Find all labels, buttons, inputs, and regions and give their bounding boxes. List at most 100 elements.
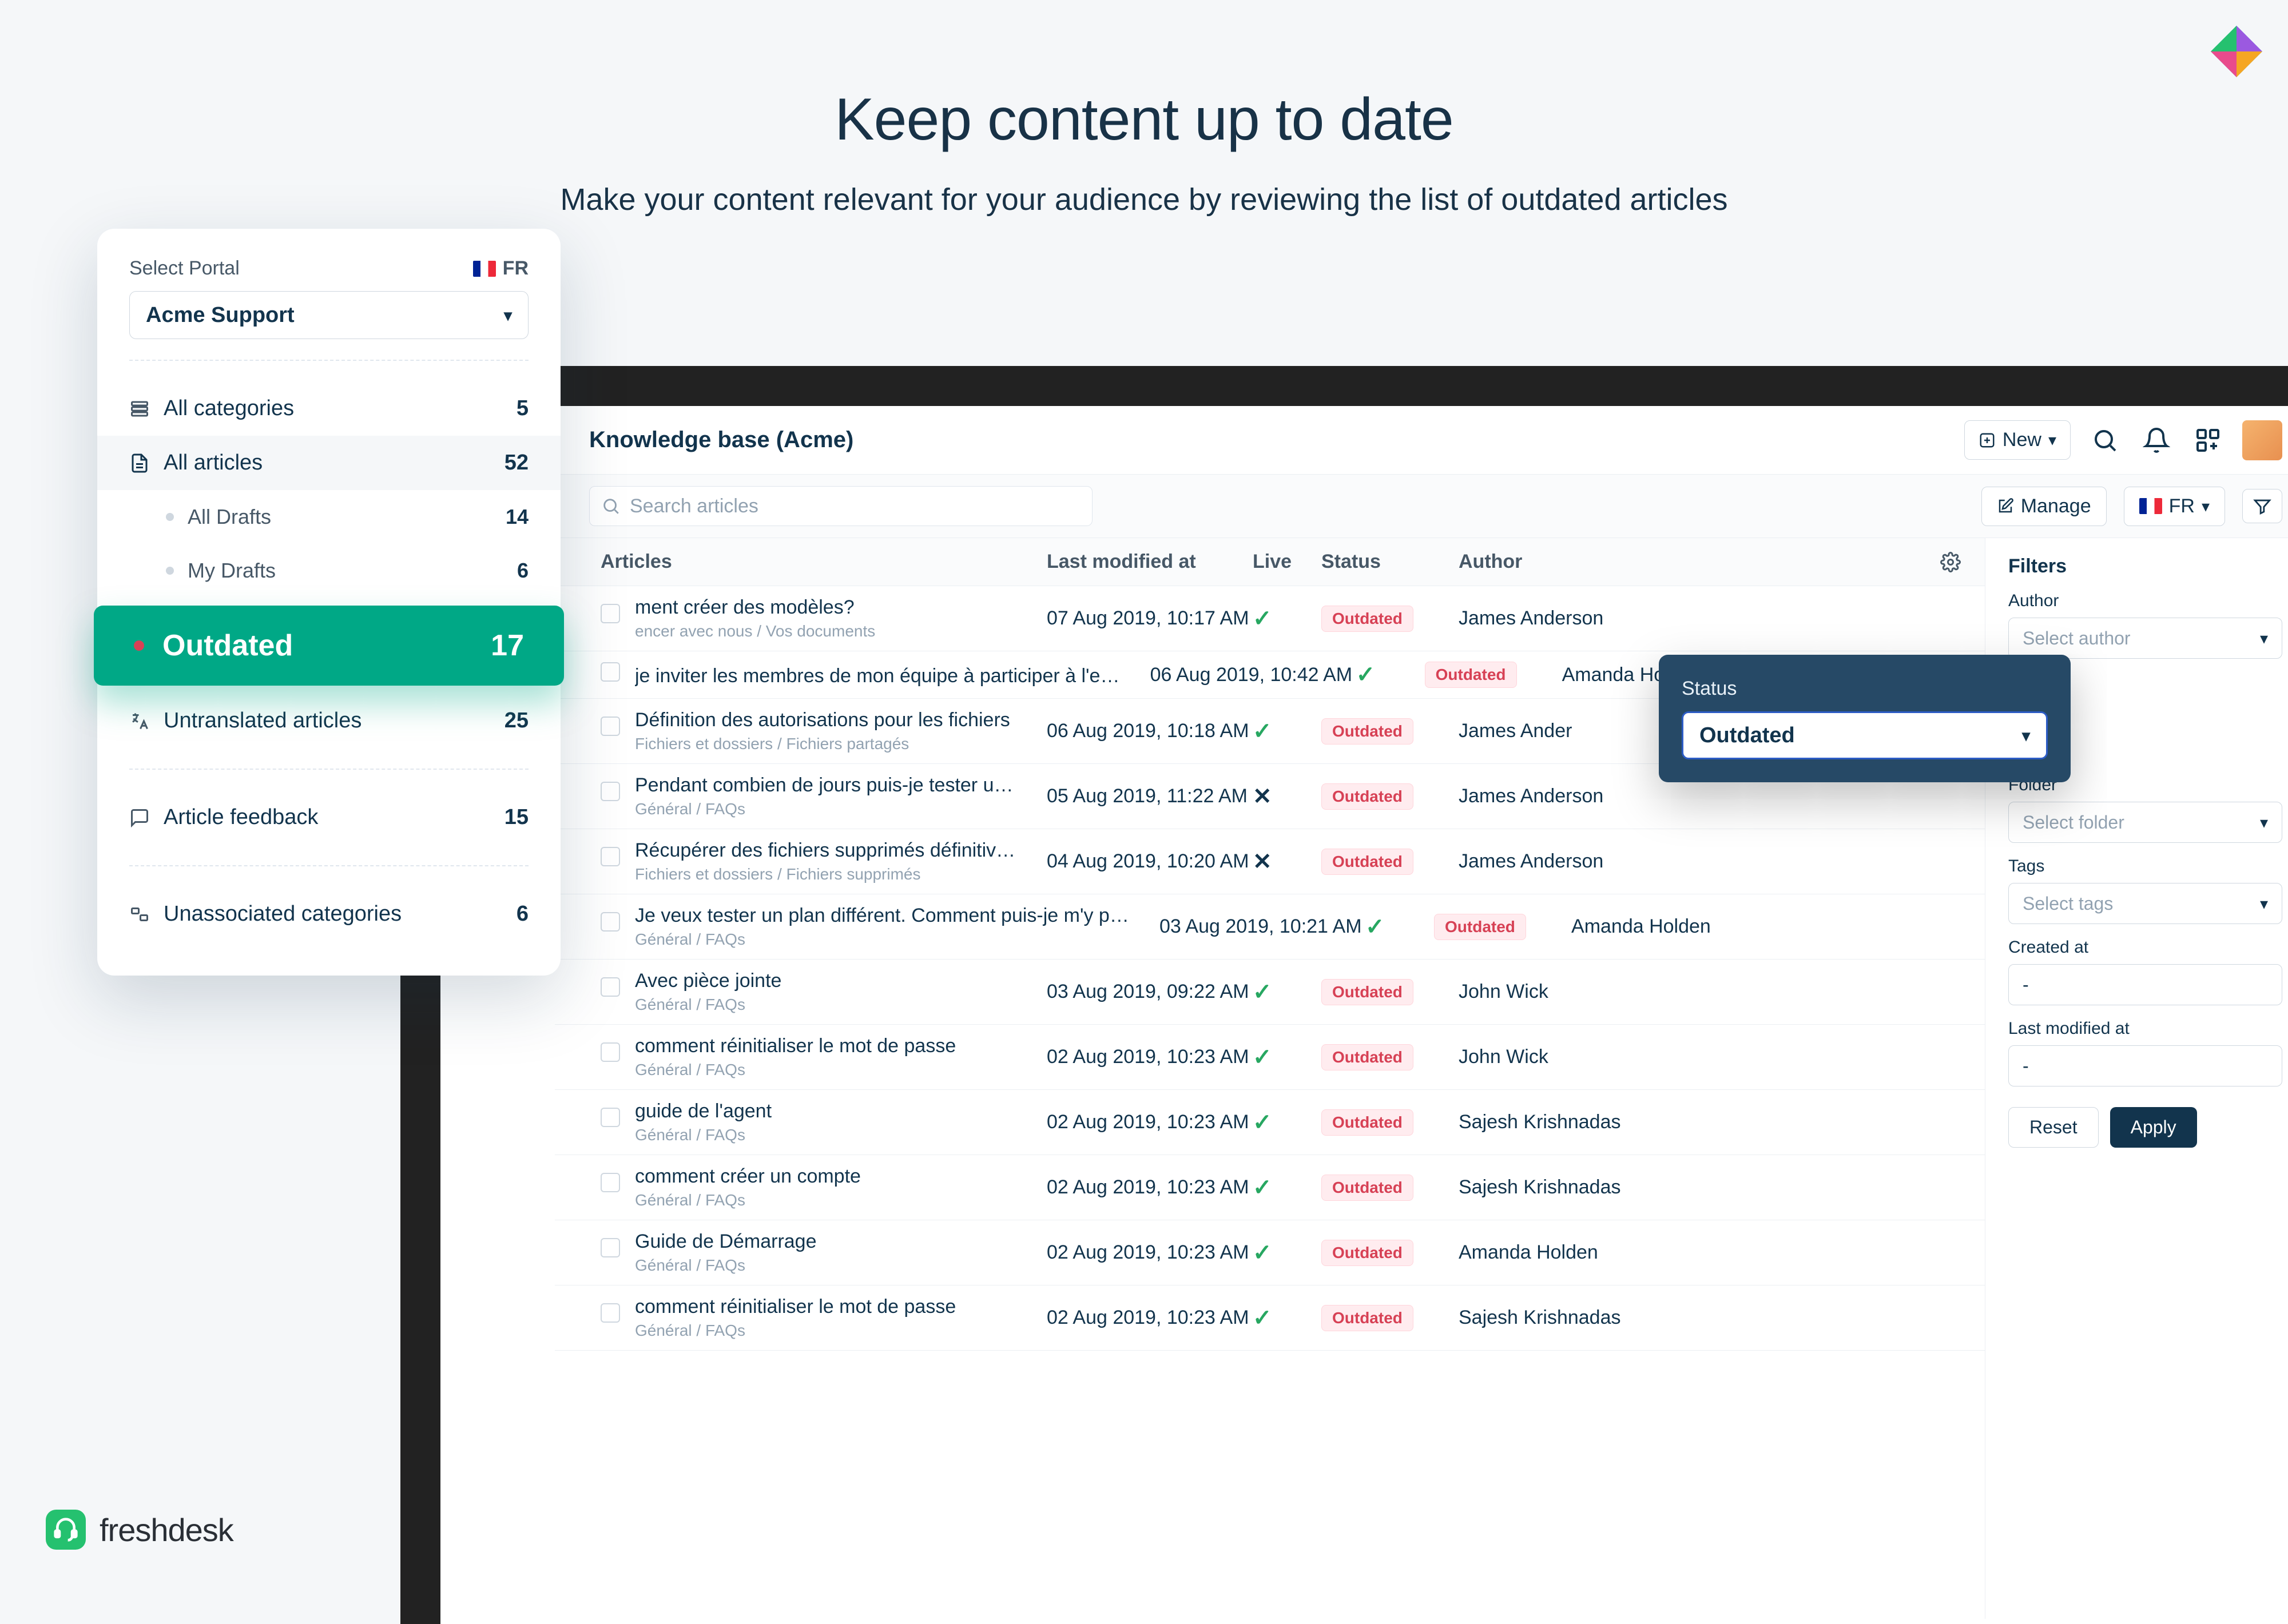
article-live: ✕ [1253,849,1321,875]
row-checkbox[interactable] [601,1303,620,1323]
col-author: Author [1459,551,1933,573]
article-title: ment créer des modèles? [635,596,1035,619]
article-live: ✓ [1253,1044,1321,1070]
table-row[interactable]: comment réinitialiser le mot de passeGén… [555,1285,1985,1351]
filter-author-select[interactable]: Select author▾ [2008,618,2282,659]
chevron-down-icon: ▾ [2260,813,2268,832]
status-badge: Outdated [1321,1175,1413,1201]
sidebar-item-outdated[interactable]: Outdated 17 [94,606,564,686]
row-checkbox[interactable] [601,1108,620,1127]
new-button[interactable]: New ▾ [1964,420,2071,460]
article-live: ✓ [1253,1109,1321,1136]
status-badge: Outdated [1425,662,1517,688]
article-author: John Wick [1459,1046,1933,1068]
article-author: James Anderson [1459,850,1933,873]
article-date: 03 Aug 2019, 09:22 AM [1047,981,1253,1003]
article-date: 06 Aug 2019, 10:18 AM [1047,720,1253,742]
row-checkbox[interactable] [601,977,620,997]
table-row[interactable]: ment créer des modèles?encer avec nous /… [555,586,1985,651]
article-live: ✓ [1356,662,1425,688]
filter-lastmod-select[interactable]: - [2008,1045,2282,1086]
table-row[interactable]: Je veux tester un plan différent. Commen… [555,894,1985,960]
article-live: ✓ [1253,1240,1321,1266]
status-badge: Outdated [1321,783,1413,810]
article-date: 05 Aug 2019, 11:22 AM [1047,785,1253,807]
search-button[interactable] [2088,423,2122,457]
article-title: Pendant combien de jours puis-je tester … [635,774,1035,797]
freshworks-logo-icon [2208,23,2265,80]
article-path: Général / FAQs [635,1126,1035,1144]
search-input[interactable]: Search articles [589,486,1093,526]
unlink-icon [129,904,150,925]
article-live: ✓ [1253,1175,1321,1201]
table-row[interactable]: Avec pièce jointeGénéral / FAQs03 Aug 20… [555,960,1985,1025]
table-settings-button[interactable] [1933,552,1968,572]
sidebar-item-all-drafts[interactable]: All Drafts 14 [97,490,561,544]
row-checkbox[interactable] [601,662,620,682]
col-articles: Articles [572,551,1047,573]
sidebar-locale: FR [503,257,529,280]
apply-button[interactable]: Apply [2110,1107,2197,1148]
search-icon [601,496,621,516]
article-date: 02 Aug 2019, 10:23 AM [1047,1111,1253,1133]
freshdesk-brand: freshdesk [46,1510,233,1550]
filter-author-label: Author [2008,591,2282,611]
row-checkbox[interactable] [601,912,620,932]
reset-button[interactable]: Reset [2008,1107,2099,1148]
check-icon: ✓ [1253,606,1272,631]
sidebar-item-unassociated[interactable]: Unassociated categories 6 [97,887,561,941]
article-author: James Anderson [1459,607,1933,630]
article-title: comment réinitialiser le mot de passe [635,1296,1035,1318]
filter-toggle-button[interactable] [2242,489,2282,523]
folders-icon [129,399,150,419]
status-popover-select[interactable]: Outdated ▾ [1682,711,2048,759]
table-row[interactable]: Récupérer des fichiers supprimés définit… [555,829,1985,894]
table-header: Articles Last modified at Live Status Au… [555,538,1985,586]
filter-tags-label: Tags [2008,857,2282,876]
row-checkbox[interactable] [601,847,620,866]
row-checkbox[interactable] [601,717,620,736]
filter-created-label: Created at [2008,938,2282,957]
article-date: 03 Aug 2019, 10:21 AM [1159,916,1365,938]
sidebar-item-untranslated[interactable]: Untranslated articles 25 [97,694,561,748]
article-author: Amanda Holden [1571,916,1933,938]
sidebar-item-all-articles[interactable]: All articles 52 [97,436,561,490]
status-badge: Outdated [1321,1109,1413,1136]
article-date: 02 Aug 2019, 10:23 AM [1047,1046,1253,1068]
table-row[interactable]: comment réinitialiser le mot de passeGén… [555,1025,1985,1090]
article-title: Avec pièce jointe [635,970,1035,992]
check-icon: ✓ [1253,1175,1272,1200]
article-author: Sajesh Krishnadas [1459,1307,1933,1329]
article-live: ✓ [1253,1305,1321,1331]
row-checkbox[interactable] [601,1042,620,1062]
hero-subtitle: Make your content relevant for your audi… [0,177,2288,223]
table-row[interactable]: Guide de DémarrageGénéral / FAQs02 Aug 2… [555,1220,1985,1285]
article-date: 07 Aug 2019, 10:17 AM [1047,607,1253,630]
row-checkbox[interactable] [601,1238,620,1257]
table-row[interactable]: guide de l'agentGénéral / FAQs02 Aug 201… [555,1090,1985,1155]
filter-created-select[interactable]: - [2008,964,2282,1005]
article-live: ✓ [1365,914,1434,940]
sidebar-item-all-categories[interactable]: All categories 5 [97,381,561,436]
filter-folder-select[interactable]: Select folder▾ [2008,802,2282,843]
filter-tags-select[interactable]: Select tags▾ [2008,883,2282,924]
chevron-down-icon: ▾ [2202,497,2210,516]
article-title: Définition des autorisations pour les fi… [635,709,1035,731]
row-checkbox[interactable] [601,604,620,623]
avatar[interactable] [2242,420,2282,460]
manage-button[interactable]: Manage [1981,487,2107,526]
sidebar-panel: Select Portal FR Acme Support ▾ All cate… [97,229,561,976]
freshdesk-logo-icon [46,1510,86,1550]
table-row[interactable]: comment créer un compteGénéral / FAQs02 … [555,1155,1985,1220]
sidebar-item-feedback[interactable]: Article feedback 15 [97,790,561,845]
apps-button[interactable] [2191,423,2225,457]
article-author: Sajesh Krishnadas [1459,1176,1933,1199]
row-checkbox[interactable] [601,782,620,801]
language-button[interactable]: FR ▾ [2124,487,2225,526]
row-checkbox[interactable] [601,1173,620,1192]
sidebar-item-my-drafts[interactable]: My Drafts 6 [97,544,561,598]
notifications-button[interactable] [2139,423,2174,457]
portal-select[interactable]: Acme Support ▾ [129,291,529,339]
status-badge: Outdated [1321,849,1413,875]
article-author: Amanda Holden [1459,1241,1933,1264]
